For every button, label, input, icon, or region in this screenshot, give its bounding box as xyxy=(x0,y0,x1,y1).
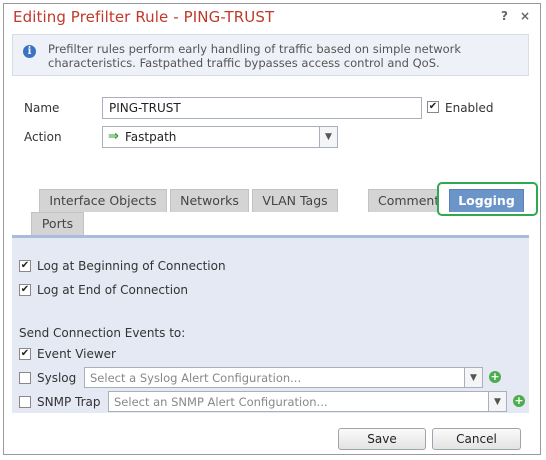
close-icon[interactable]: × xyxy=(520,9,530,23)
enabled-label: Enabled xyxy=(445,101,494,115)
info-text: Prefilter rules perform early handling o… xyxy=(48,42,462,70)
cancel-button[interactable]: Cancel xyxy=(432,428,521,450)
snmp-select[interactable]: Select an SNMP Alert Configuration... ▼ xyxy=(108,391,507,412)
tab-networks[interactable]: Networks xyxy=(170,189,249,212)
name-label: Name xyxy=(24,101,60,115)
snmp-checkbox[interactable] xyxy=(19,396,31,408)
logging-panel: ✔ Log at Beginning of Connection ✔ Log a… xyxy=(12,235,529,413)
log-begin-checkbox[interactable]: ✔ xyxy=(19,260,31,272)
logging-tab-highlight xyxy=(437,182,538,216)
dialog-title: Editing Prefilter Rule - PING-TRUST xyxy=(13,8,275,26)
log-end-label: Log at End of Connection xyxy=(37,283,189,297)
name-input[interactable] xyxy=(102,97,422,119)
log-end-checkbox[interactable]: ✔ xyxy=(19,284,31,296)
info-icon: i xyxy=(23,45,36,58)
tab-comments[interactable]: Comments xyxy=(368,189,438,212)
log-begin-label: Log at Beginning of Connection xyxy=(37,259,226,273)
tab-ports[interactable]: Ports xyxy=(31,212,84,235)
chevron-down-icon[interactable]: ▼ xyxy=(319,127,337,147)
action-value: Fastpath xyxy=(125,130,177,144)
action-label: Action xyxy=(24,130,62,144)
help-icon[interactable]: ? xyxy=(501,9,508,23)
event-viewer-checkbox[interactable]: ✔ xyxy=(19,348,31,360)
syslog-checkbox[interactable] xyxy=(19,372,31,384)
save-button[interactable]: Save xyxy=(338,428,426,450)
snmp-placeholder: Select an SNMP Alert Configuration... xyxy=(114,395,328,409)
syslog-select[interactable]: Select a Syslog Alert Configuration... ▼ xyxy=(84,367,483,388)
syslog-placeholder: Select a Syslog Alert Configuration... xyxy=(90,371,302,385)
action-select[interactable]: ⇒ Fastpath ▼ xyxy=(102,126,338,148)
chevron-down-icon[interactable]: ▼ xyxy=(464,368,482,387)
fastpath-arrow-icon: ⇒ xyxy=(108,129,119,144)
snmp-label: SNMP Trap xyxy=(37,395,101,409)
add-syslog-icon[interactable]: + xyxy=(489,371,501,383)
enabled-checkbox[interactable]: ✔ xyxy=(427,101,439,113)
send-events-label: Send Connection Events to: xyxy=(19,326,186,340)
event-viewer-label: Event Viewer xyxy=(37,347,116,361)
info-banner: i Prefilter rules perform early handling… xyxy=(12,34,529,76)
syslog-label: Syslog xyxy=(37,371,77,385)
tab-interface-objects[interactable]: Interface Objects xyxy=(39,189,167,212)
chevron-down-icon[interactable]: ▼ xyxy=(488,392,506,411)
tab-vlan-tags[interactable]: VLAN Tags xyxy=(252,189,338,212)
title-actions: ? × xyxy=(501,9,530,23)
add-snmp-icon[interactable]: + xyxy=(513,395,525,407)
